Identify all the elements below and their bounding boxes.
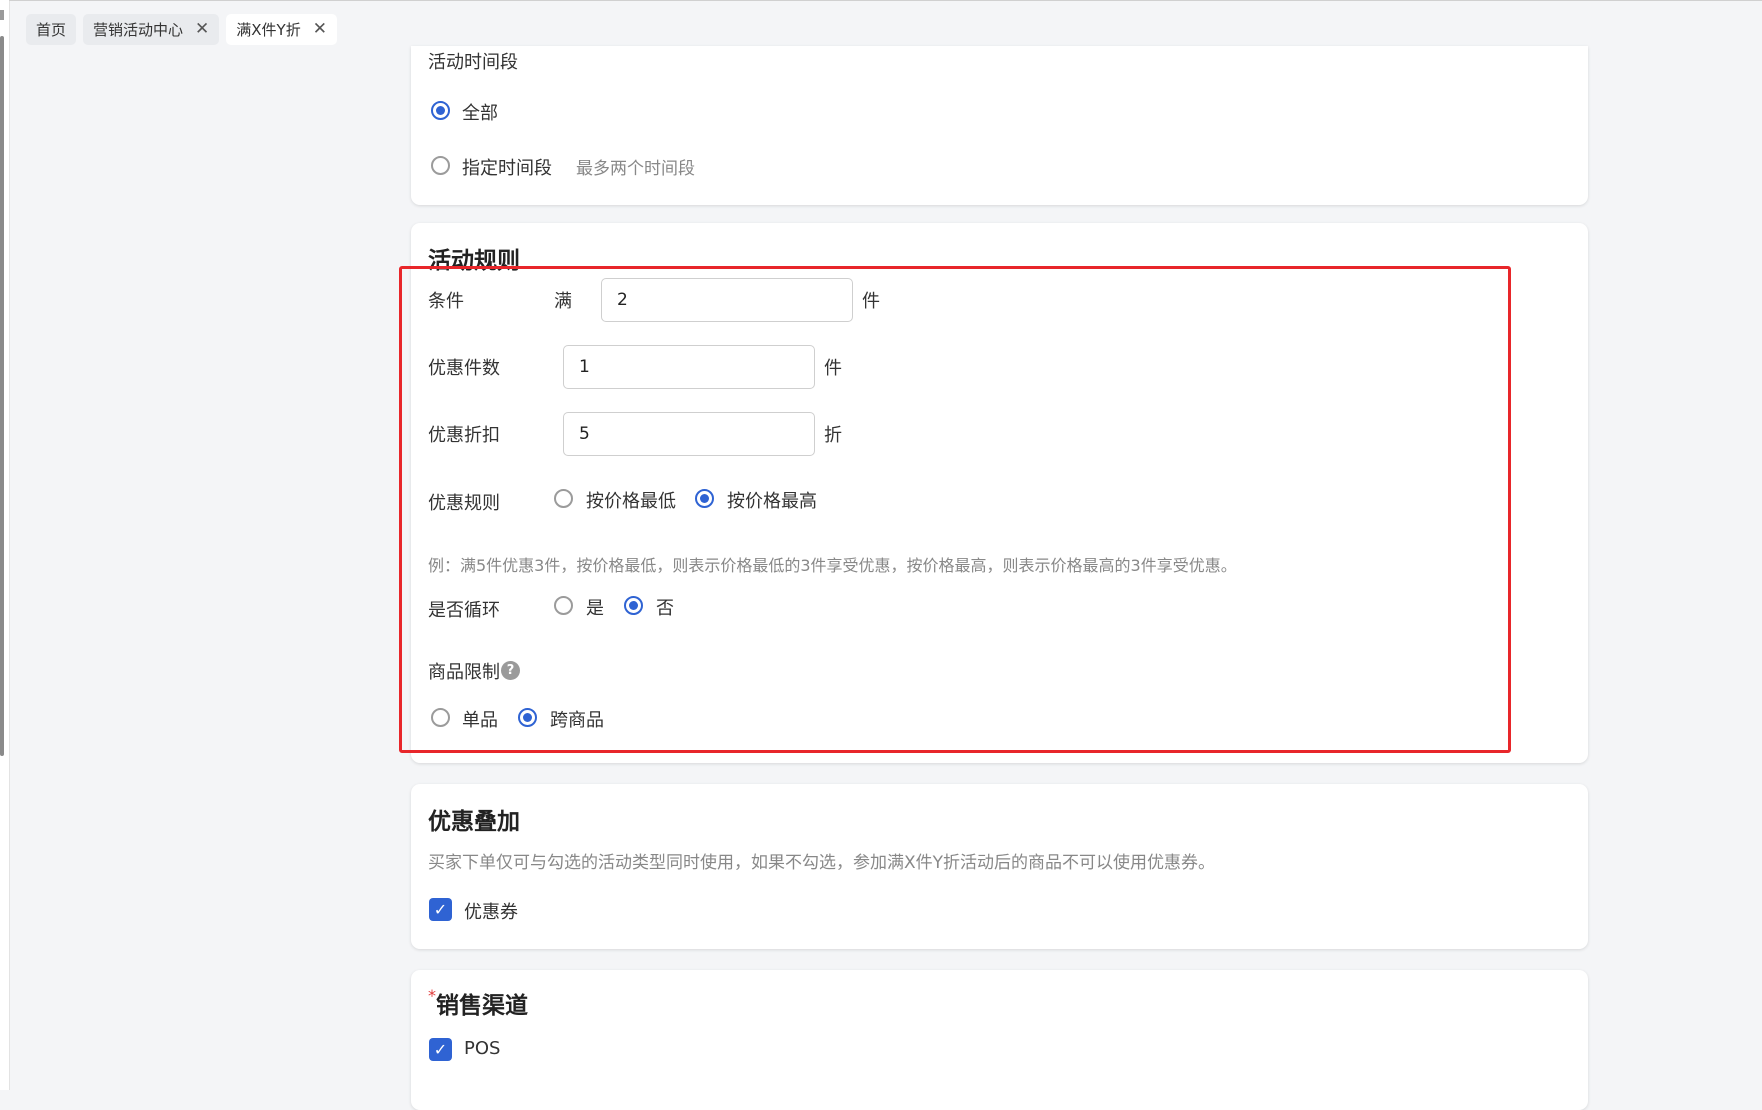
discount-rate-unit: 折 [824, 425, 842, 446]
rules-title: 活动规则 [428, 248, 520, 274]
loop-label: 是否循环 [428, 600, 500, 621]
condition-quantity-input[interactable] [601, 278, 853, 322]
left-edge-nub [0, 10, 4, 20]
time-section-label: 活动时间段 [428, 52, 518, 73]
radio-button[interactable] [554, 596, 573, 615]
close-icon[interactable]: ✕ [313, 21, 327, 38]
discount-rule-highest[interactable]: 按价格最高 [695, 485, 825, 513]
discount-stacking-card: 优惠叠加 买家下单仅可与勾选的活动类型同时使用，如果不勾选，参加满X件Y折活动后… [411, 784, 1588, 949]
top-divider [9, 0, 1762, 1]
left-scroll-edge[interactable] [0, 0, 10, 1090]
channel-pos-option[interactable]: ✓ POS [429, 1036, 549, 1064]
discount-rate-input[interactable] [563, 412, 815, 456]
condition-label: 条件 [428, 291, 464, 312]
product-limit-single-label: 单品 [462, 710, 498, 731]
radio-button[interactable] [518, 708, 537, 727]
tab-x-items-y-discount-label: 满X件Y折 [236, 21, 301, 39]
loop-no[interactable]: 否 [624, 592, 684, 620]
discount-rate-label: 优惠折扣 [428, 425, 500, 446]
discount-rule-lowest-label: 按价格最低 [586, 491, 676, 512]
discount-count-label: 优惠件数 [428, 358, 500, 379]
discount-rule-example: 例：满5件优惠3件，按价格最低，则表示价格最低的3件享受优惠，按价格最高，则表示… [428, 556, 1237, 575]
time-section-card: 活动时间段 全部 指定时间段 最多两个时间段 [411, 46, 1588, 205]
time-option-custom-label: 指定时间段 [462, 158, 552, 179]
radio-button[interactable] [431, 156, 450, 175]
left-scrollbar-thumb[interactable] [0, 36, 4, 756]
time-hint: 最多两个时间段 [576, 159, 695, 179]
time-option-all[interactable]: 全部 [429, 97, 609, 125]
condition-unit: 件 [862, 291, 880, 312]
discount-rule-lowest[interactable]: 按价格最低 [554, 485, 684, 513]
channel-title: *销售渠道 [428, 986, 528, 1020]
condition-prefix: 满 [554, 291, 572, 312]
loop-no-label: 否 [656, 598, 674, 619]
radio-button[interactable] [431, 101, 450, 120]
product-limit-cross-label: 跨商品 [550, 710, 604, 731]
product-limit-label: 商品限制 [428, 662, 500, 683]
stacking-coupon-option[interactable]: ✓ 优惠券 [429, 896, 549, 924]
discount-count-input[interactable] [563, 345, 815, 389]
stacking-description: 买家下单仅可与勾选的活动类型同时使用，如果不勾选，参加满X件Y折活动后的商品不可… [428, 853, 1216, 873]
radio-button[interactable] [431, 708, 450, 727]
time-option-all-label: 全部 [462, 103, 498, 124]
radio-button[interactable] [695, 489, 714, 508]
check-icon[interactable]: ✓ [429, 1038, 452, 1061]
product-limit-single[interactable]: 单品 [429, 704, 509, 732]
discount-rule-label: 优惠规则 [428, 493, 500, 514]
close-icon[interactable]: ✕ [195, 21, 209, 38]
activity-rules-card: 活动规则 条件 满 件 优惠件数 件 优惠折扣 折 优惠规则 按价格最低 按价格… [411, 223, 1588, 763]
discount-count-unit: 件 [824, 358, 842, 379]
stacking-title: 优惠叠加 [428, 809, 520, 835]
help-icon[interactable]: ? [501, 661, 520, 680]
stacking-coupon-label: 优惠券 [464, 902, 518, 923]
tab-x-items-y-discount[interactable]: 满X件Y折 ✕ [226, 14, 337, 45]
tab-marketing-center-label: 营销活动中心 [93, 21, 184, 39]
required-mark: * [428, 986, 436, 1005]
check-icon[interactable]: ✓ [429, 898, 452, 921]
channel-title-text: 销售渠道 [436, 993, 528, 1019]
radio-button[interactable] [624, 596, 643, 615]
sales-channel-card: *销售渠道 ✓ POS [411, 970, 1588, 1110]
tab-bar: 首页 营销活动中心 ✕ 满X件Y折 ✕ [26, 14, 337, 45]
loop-yes-label: 是 [586, 598, 604, 619]
tab-home-label: 首页 [36, 21, 67, 39]
channel-pos-label: POS [464, 1038, 501, 1059]
tab-home[interactable]: 首页 [26, 14, 77, 45]
tab-marketing-center[interactable]: 营销活动中心 ✕ [83, 14, 220, 45]
loop-yes[interactable]: 是 [554, 592, 614, 620]
radio-button[interactable] [554, 489, 573, 508]
product-limit-cross[interactable]: 跨商品 [516, 704, 626, 732]
discount-rule-highest-label: 按价格最高 [727, 491, 817, 512]
